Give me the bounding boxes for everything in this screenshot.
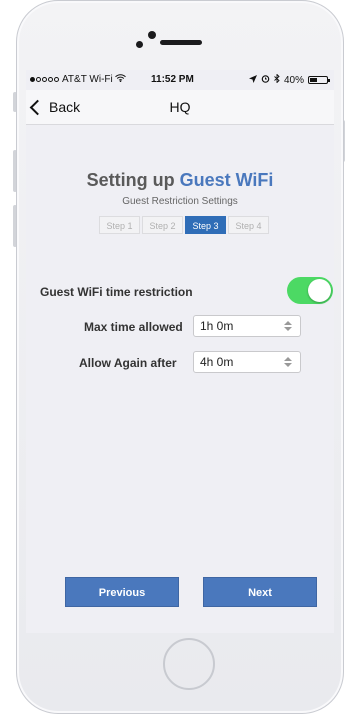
allow-again-select[interactable]: 4h 0m xyxy=(193,351,301,373)
navigation-bar: Back HQ xyxy=(26,90,334,125)
front-camera xyxy=(148,31,156,39)
page-subtitle: Guest Restriction Settings xyxy=(122,196,238,207)
select-arrows-icon xyxy=(284,357,292,367)
page-title-main: Setting up xyxy=(86,170,180,190)
toggle-knob xyxy=(308,279,331,302)
earpiece-speaker xyxy=(160,40,202,45)
carrier-label: AT&T Wi-Fi xyxy=(62,74,113,85)
allow-again-label: Allow Again after xyxy=(79,356,177,370)
status-right: 40% xyxy=(248,73,330,86)
page-title: Setting up Guest WiFi xyxy=(26,170,334,191)
home-button[interactable] xyxy=(163,638,215,690)
previous-button[interactable]: Previous xyxy=(65,577,179,607)
page-title-accent: Guest WiFi xyxy=(179,170,274,190)
step-2-tab[interactable]: Step 2 xyxy=(142,216,183,234)
status-time: 11:52 PM xyxy=(151,74,194,85)
signal-dots-icon xyxy=(30,74,60,85)
step-indicator: Step 1 Step 2 Step 3 Step 4 xyxy=(99,216,271,234)
location-arrow-icon xyxy=(248,74,257,86)
step-3-tab[interactable]: Step 3 xyxy=(185,216,226,234)
wifi-icon xyxy=(114,74,126,85)
battery-icon xyxy=(308,76,330,84)
app-screen: AT&T Wi-Fi 11:52 PM 40% Back HQ Setting … xyxy=(26,70,334,633)
restriction-label: Guest WiFi time restriction xyxy=(40,285,193,299)
next-button[interactable]: Next xyxy=(203,577,317,607)
battery-percent: 40% xyxy=(283,74,304,86)
max-time-select[interactable]: 1h 0m xyxy=(193,315,301,337)
restriction-toggle[interactable] xyxy=(287,277,333,304)
select-arrows-icon xyxy=(284,321,292,331)
proximity-sensor xyxy=(136,41,143,48)
allow-again-value: 4h 0m xyxy=(200,355,234,369)
alarm-icon xyxy=(261,74,270,86)
bluetooth-icon xyxy=(274,73,280,86)
max-time-label: Max time allowed xyxy=(84,320,183,334)
nav-title: HQ xyxy=(169,99,191,115)
status-bar: AT&T Wi-Fi 11:52 PM 40% xyxy=(26,70,334,88)
step-4-tab[interactable]: Step 4 xyxy=(228,216,269,234)
max-time-value: 1h 0m xyxy=(200,319,234,333)
step-1-tab[interactable]: Step 1 xyxy=(99,216,140,234)
status-left: AT&T Wi-Fi xyxy=(30,74,126,85)
